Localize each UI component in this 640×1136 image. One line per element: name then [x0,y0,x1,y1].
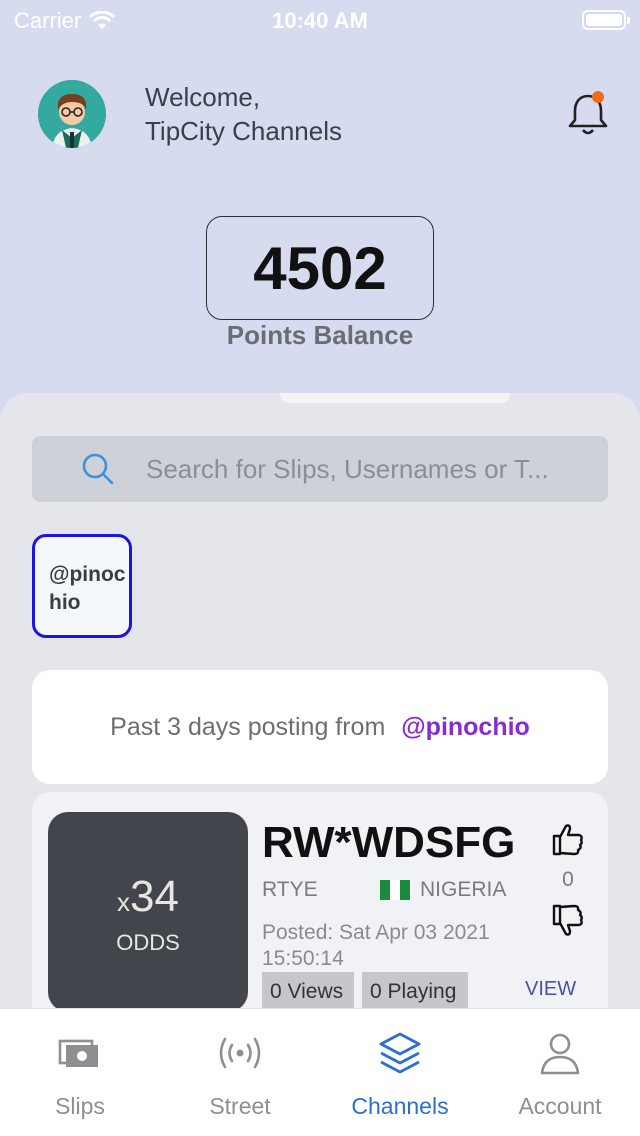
search-bar[interactable] [32,436,608,502]
clock: 10:40 AM [272,8,368,33]
person-icon [540,1033,580,1075]
search-icon [82,453,114,485]
posting-summary-card: Past 3 days posting from @pinochio [32,670,608,784]
views-count: 0 Views [262,972,354,1010]
tab-account[interactable]: Account [480,1009,640,1136]
search-input[interactable] [146,453,596,485]
thumbs-up-icon[interactable] [548,820,586,858]
welcome-text: Welcome, TipCity Channels [145,80,342,148]
slip-code: RW*WDSFG [262,818,516,867]
odds-number: 34 [130,872,179,921]
slip-posted-date: Posted: Sat Apr 03 2021 15:50:14 [262,921,490,970]
welcome-username: TipCity Channels [145,116,343,146]
points-balance-value: 4502 [206,216,434,320]
tab-slips[interactable]: Slips [0,1009,160,1136]
notification-bell-icon[interactable] [562,88,614,140]
tab-slips-label: Slips [55,1093,105,1119]
thumbs-down-icon[interactable] [548,902,586,940]
points-balance-label: Points Balance [226,320,414,350]
avatar-illustration-icon [38,80,106,148]
view-slip-link[interactable]: VIEW [525,978,576,1001]
tab-street[interactable]: Street [160,1009,320,1136]
likes-count: 0 [562,868,574,891]
posting-username-link[interactable]: @pinochio [401,713,530,742]
header: Welcome, TipCity Channels [0,70,640,160]
nigeria-flag-icon [380,880,410,900]
slip-username: RTYE [262,878,318,901]
odds-value: x34 [48,872,248,922]
slip-card[interactable]: x34 ODDS RW*WDSFG RTYE NIGERIA Posted: S… [32,792,608,1032]
odds-box: x34 ODDS [48,812,248,1012]
layers-icon [379,1032,421,1074]
broadcast-icon [219,1037,261,1069]
battery-icon [582,10,630,30]
posting-summary-text: Past 3 days posting from [110,712,386,741]
sheet-handle[interactable] [280,393,510,403]
bottom-tab-bar: Slips Street Channels Account [0,1008,640,1136]
playing-count: 0 Playing [362,972,468,1010]
tab-channels[interactable]: Channels [320,1009,480,1136]
welcome-greeting: Welcome, [145,82,261,112]
status-bar: Carrier 10:40 AM [0,0,640,40]
slip-country: NIGERIA [420,878,507,901]
avatar[interactable] [38,80,106,148]
money-icon [58,1039,98,1067]
odds-prefix: x [117,887,131,917]
tab-channels-label: Channels [351,1093,449,1119]
odds-label: ODDS [116,930,180,955]
channel-chip-pinochio[interactable]: @pinochio [32,534,132,638]
tab-account-label: Account [518,1093,602,1119]
tab-street-label: Street [209,1093,271,1119]
